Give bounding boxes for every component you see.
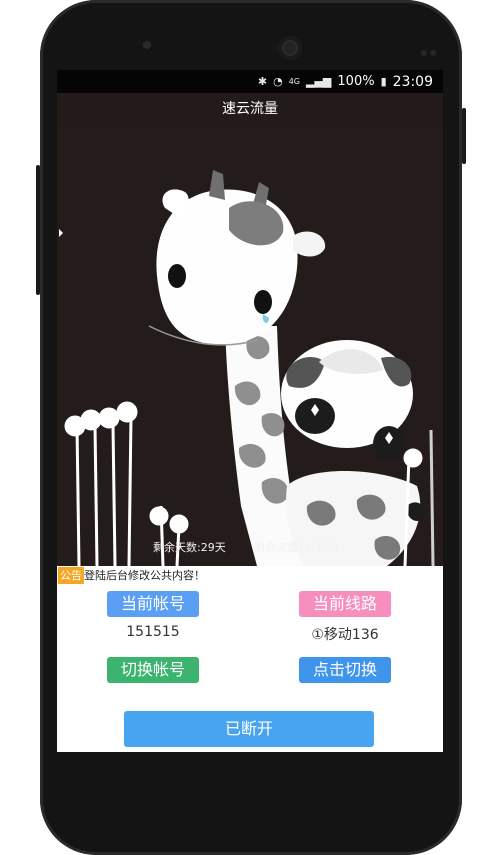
network-type: 4G bbox=[288, 77, 301, 86]
announcement-bar: 公告 登陆后台修改公共内容！ bbox=[57, 567, 443, 584]
giraffe-cow-illustration bbox=[59, 170, 435, 566]
signal-icon: ▂▄▆ bbox=[306, 75, 332, 88]
current-route-value: ①移动136 bbox=[311, 627, 379, 643]
days-remaining: 剩余天数:29天 bbox=[153, 541, 226, 554]
switch-account-button[interactable]: 切换帐号 bbox=[107, 657, 199, 683]
battery-percent: 100% bbox=[337, 74, 375, 89]
connect-toggle-button[interactable]: 已断开 bbox=[124, 711, 374, 747]
proximity-sensors bbox=[421, 41, 441, 56]
current-account-value: 151515 bbox=[126, 624, 180, 640]
front-camera bbox=[143, 41, 151, 49]
earpiece-speaker bbox=[278, 36, 302, 60]
app-title: 速云流量 bbox=[57, 93, 443, 126]
bluetooth-icon: ✱ bbox=[257, 75, 268, 88]
battery-icon: ▮ bbox=[380, 75, 387, 88]
wifi-icon: ◔ bbox=[273, 75, 283, 88]
announcement-text: 登陆后台修改公共内容！ bbox=[84, 569, 205, 582]
traffic-remaining: 剩余流量14.1GB bbox=[254, 541, 339, 554]
volume-button bbox=[462, 108, 466, 164]
switch-route-button[interactable]: 点击切换 bbox=[299, 657, 391, 683]
status-bar: ✱ ◔ 4G ▂▄▆ 100% ▮ 23:09 bbox=[57, 70, 443, 93]
power-button bbox=[36, 165, 40, 295]
current-route-label: 当前线路 bbox=[299, 591, 391, 617]
clock: 23:09 bbox=[392, 73, 433, 90]
screen: ✱ ◔ 4G ▂▄▆ 100% ▮ 23:09 速云流量 剩余天数:29天 剩余… bbox=[57, 70, 443, 752]
current-account-label: 当前帐号 bbox=[107, 591, 199, 617]
hero-illustration: 剩余天数:29天 剩余流量14.1GB bbox=[57, 126, 443, 566]
announcement-tag: 公告 bbox=[58, 567, 84, 584]
